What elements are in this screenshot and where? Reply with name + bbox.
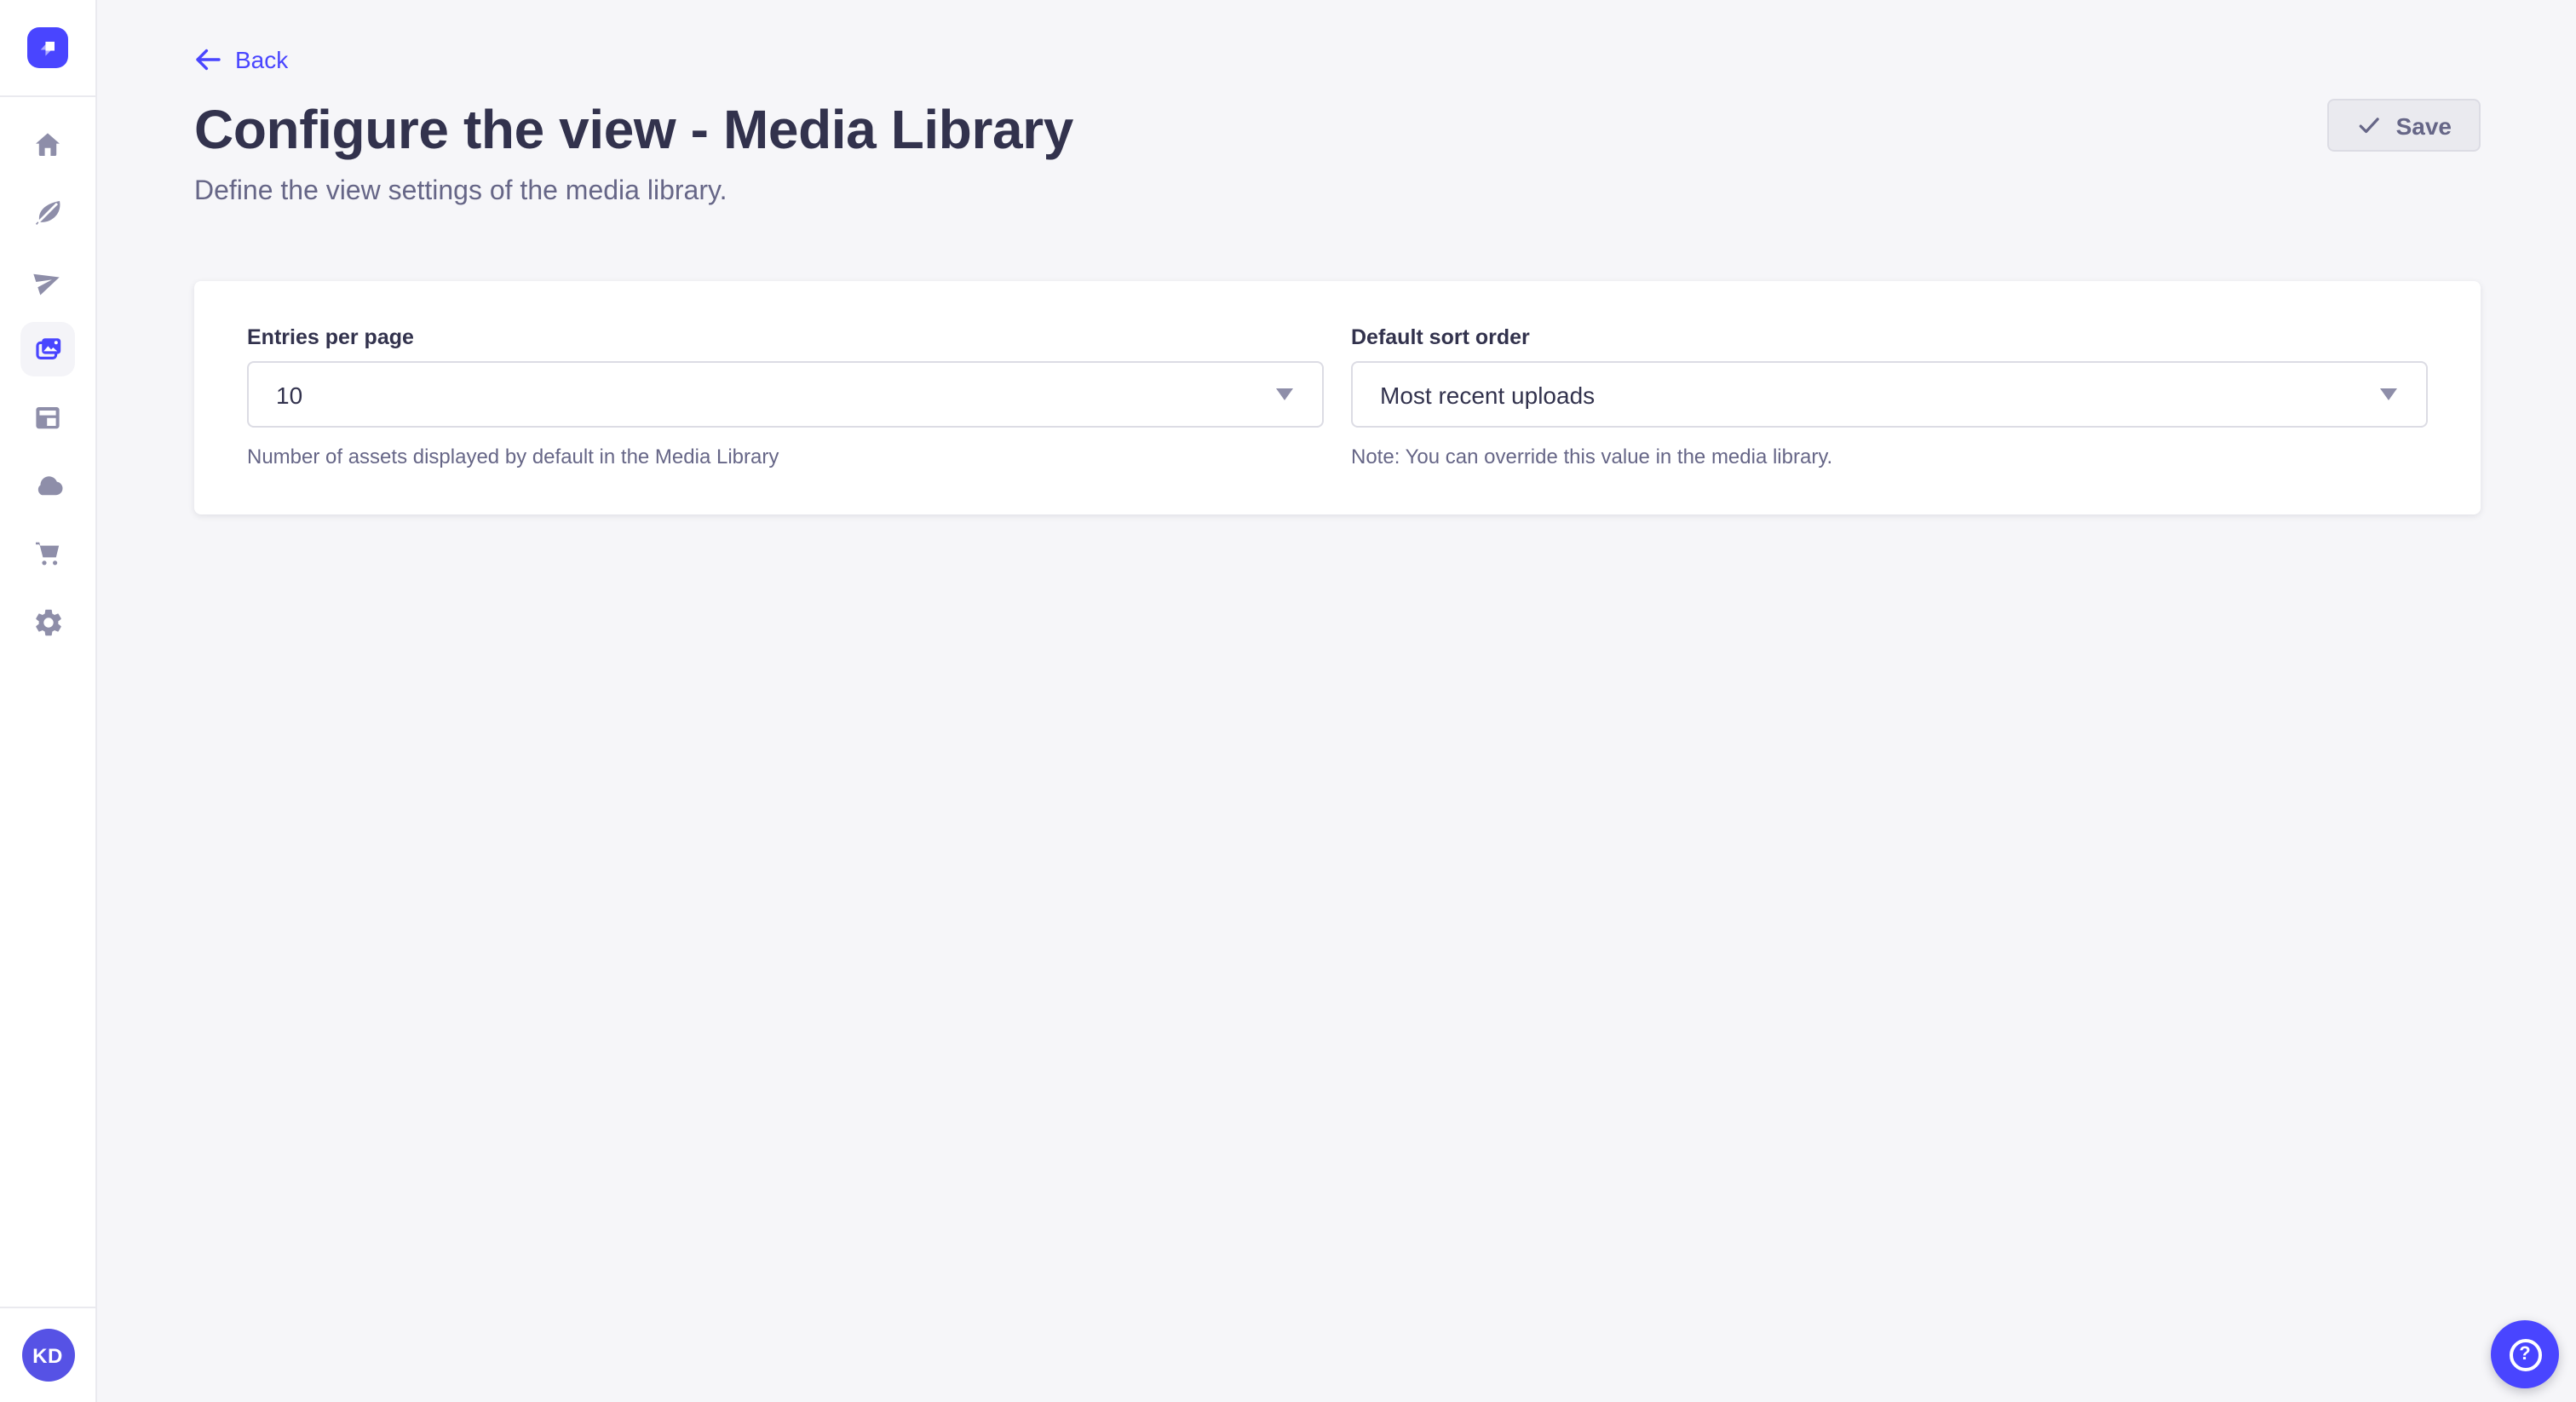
- entries-per-page-field: Entries per page 10 Number of assets dis…: [247, 325, 1324, 470]
- sidebar-item-releases[interactable]: [0, 247, 96, 315]
- chevron-down-icon: [2380, 388, 2397, 400]
- default-sort-order-field: Default sort order Most recent uploads N…: [1351, 325, 2428, 470]
- question-mark-icon: ?: [2509, 1338, 2541, 1370]
- app-window: KD Back Configure the view - Media Libra…: [0, 0, 2576, 1402]
- settings-card: Entries per page 10 Number of assets dis…: [194, 281, 2481, 514]
- user-avatar[interactable]: KD: [21, 1329, 74, 1382]
- save-button[interactable]: Save: [2328, 99, 2481, 152]
- page-title: Configure the view - Media Library: [194, 95, 1073, 164]
- media-library-pictures-icon: [20, 322, 75, 376]
- paper-plane-icon: [20, 254, 75, 308]
- arrow-left-icon: [194, 46, 221, 73]
- sidebar: KD: [0, 0, 97, 1402]
- strapi-logo-glyph: [34, 34, 61, 61]
- page-header-text: Configure the view - Media Library Defin…: [194, 95, 1073, 213]
- save-button-label: Save: [2396, 112, 2452, 139]
- help-button[interactable]: ?: [2491, 1320, 2559, 1388]
- sidebar-item-home[interactable]: [0, 111, 96, 179]
- layout-icon: [20, 390, 75, 445]
- feather-icon: [20, 186, 75, 240]
- sidebar-item-marketplace[interactable]: [0, 520, 96, 588]
- entries-per-page-hint: Number of assets displayed by default in…: [247, 443, 1324, 470]
- main-content: Back Configure the view - Media Library …: [97, 0, 2576, 1402]
- chevron-down-icon: [1276, 388, 1293, 400]
- sidebar-nav: [0, 97, 95, 656]
- sidebar-item-content-type-builder[interactable]: [0, 383, 96, 451]
- home-icon: [20, 118, 75, 172]
- gear-icon: [20, 595, 75, 649]
- back-label: Back: [235, 46, 288, 73]
- sidebar-item-settings[interactable]: [0, 588, 96, 656]
- page-header: Configure the view - Media Library Defin…: [194, 95, 2481, 213]
- check-icon: [2357, 112, 2383, 138]
- back-link[interactable]: Back: [194, 46, 288, 73]
- strapi-logo[interactable]: [27, 27, 68, 68]
- sidebar-item-content-manager[interactable]: [0, 179, 96, 247]
- default-sort-order-value: Most recent uploads: [1380, 381, 2380, 408]
- entries-per-page-value: 10: [276, 381, 1276, 408]
- sidebar-item-media-library[interactable]: [0, 315, 96, 383]
- default-sort-order-select[interactable]: Most recent uploads: [1351, 361, 2428, 428]
- sidebar-user-area: KD: [0, 1307, 95, 1402]
- entries-per-page-select[interactable]: 10: [247, 361, 1324, 428]
- page-subtitle: Define the view settings of the media li…: [194, 172, 1073, 213]
- sidebar-item-deploy[interactable]: [0, 451, 96, 520]
- default-sort-order-hint: Note: You can override this value in the…: [1351, 443, 2428, 470]
- cart-icon: [20, 526, 75, 581]
- sidebar-logo-area: [0, 0, 95, 97]
- default-sort-order-label: Default sort order: [1351, 325, 2428, 349]
- cloud-icon: [20, 458, 75, 513]
- entries-per-page-label: Entries per page: [247, 325, 1324, 349]
